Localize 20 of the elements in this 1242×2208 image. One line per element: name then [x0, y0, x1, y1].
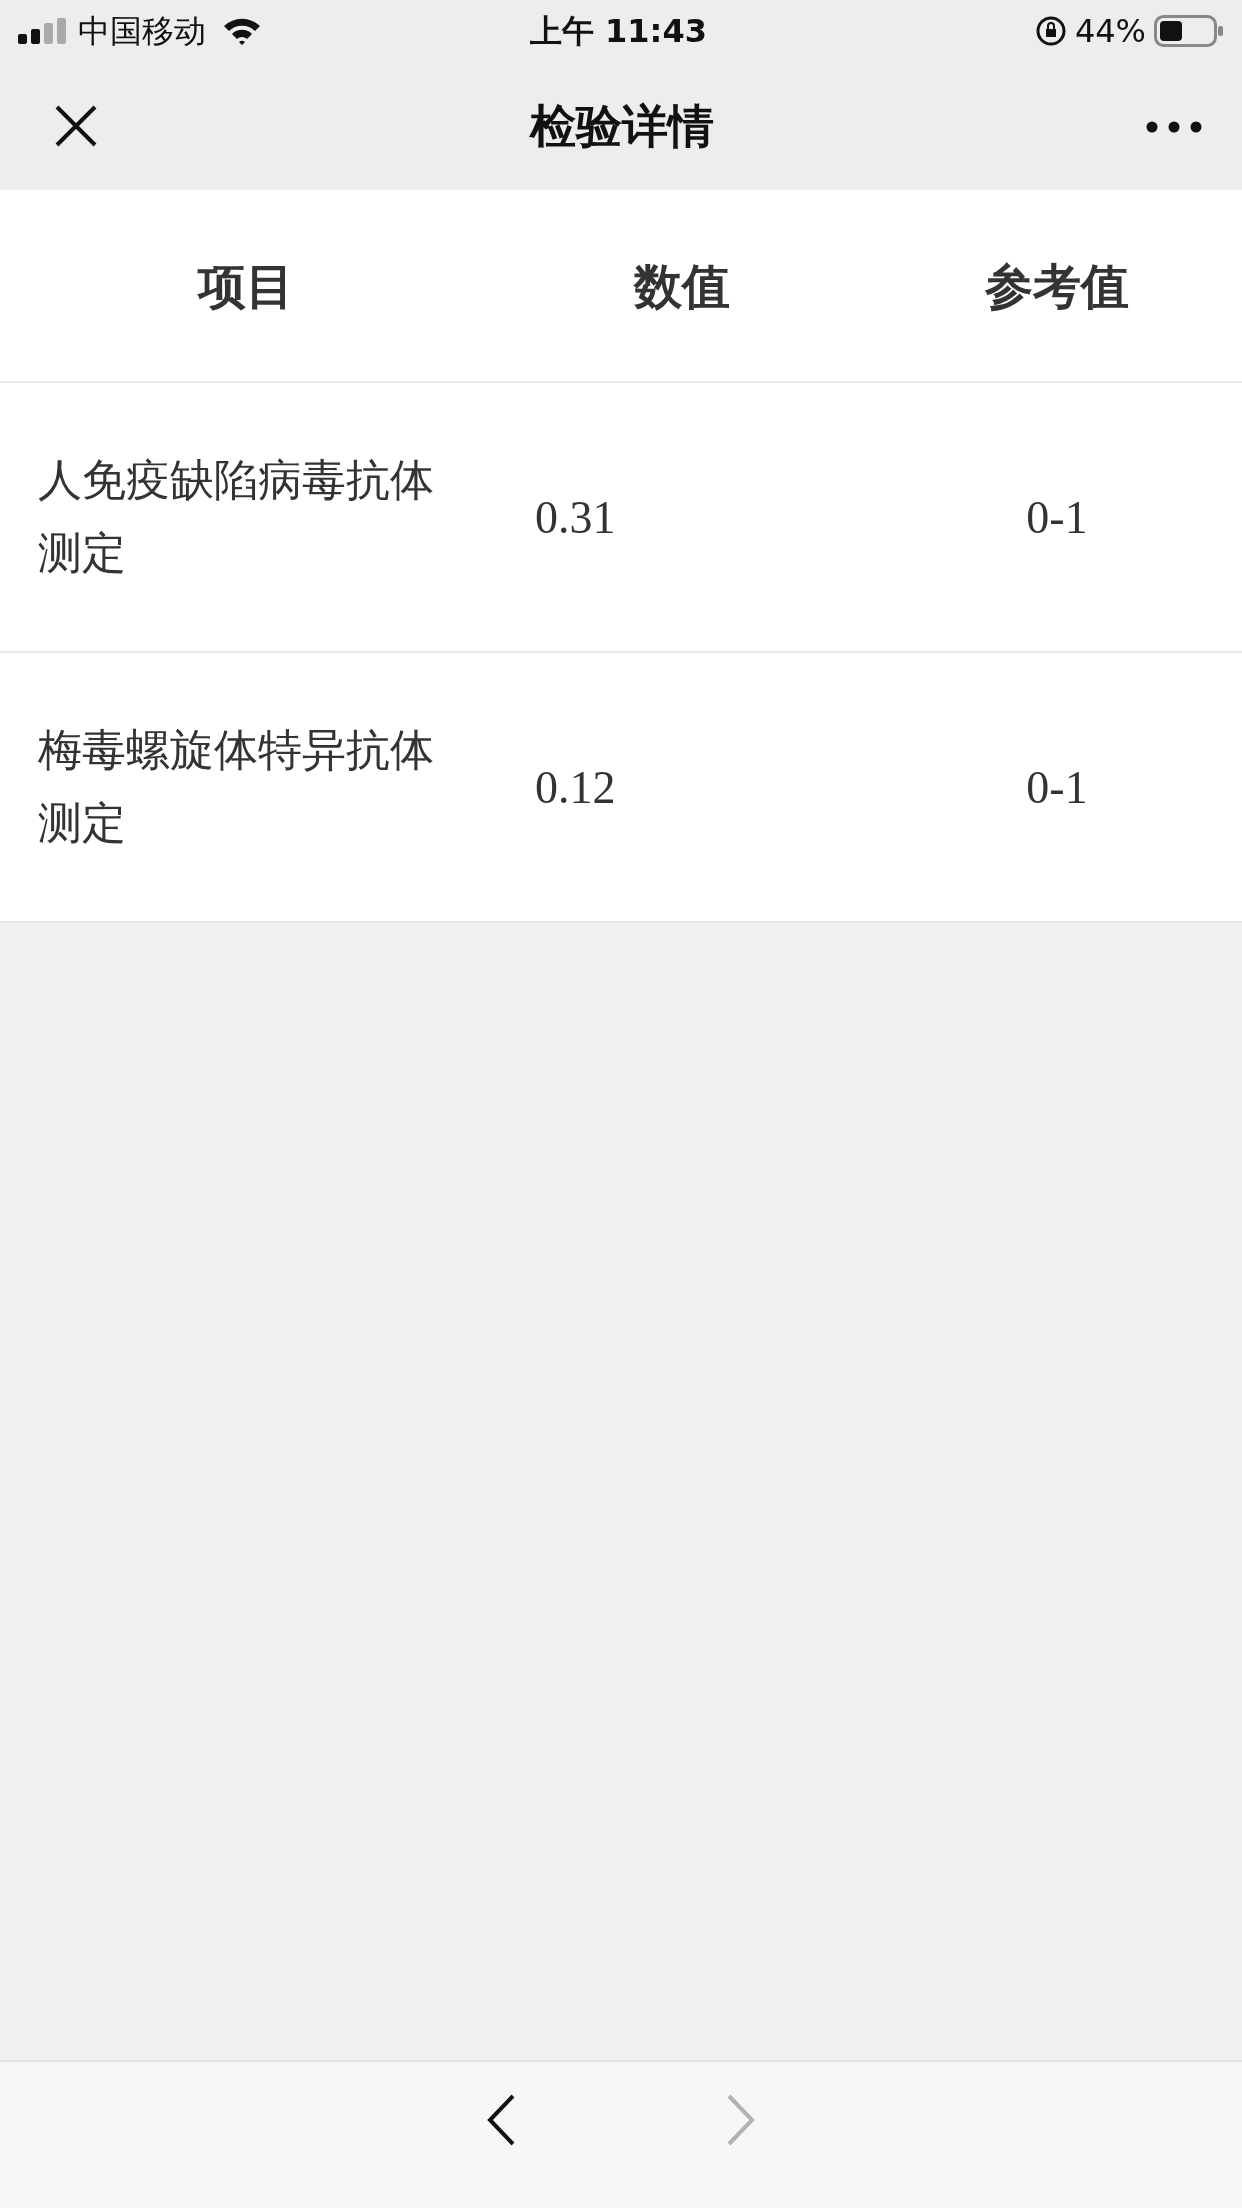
close-icon	[54, 104, 98, 148]
test-item-name: 人免疫缺陷病毒抗体测定	[37, 453, 435, 580]
reference-range: 0-1	[1026, 490, 1088, 545]
more-icon	[1146, 120, 1202, 133]
back-button[interactable]	[486, 2094, 516, 2146]
test-value: 0.12	[535, 761, 616, 813]
battery-percent: 44%	[1074, 11, 1146, 52]
close-button[interactable]	[54, 104, 98, 148]
page-title: 检验详情	[530, 97, 714, 155]
column-header: 数值	[634, 256, 730, 316]
reference-range: 0-1	[1026, 760, 1088, 815]
carrier-name: 中国移动	[78, 11, 206, 52]
test-value: 0.31	[535, 491, 616, 543]
test-item-name: 梅毒螺旋体特异抗体测定	[37, 723, 435, 850]
battery-icon	[1154, 15, 1224, 47]
wifi-icon	[222, 16, 262, 46]
rotation-lock-icon	[1034, 15, 1067, 47]
status-time: 上午 11:43	[529, 11, 707, 52]
column-header: 参考值	[985, 256, 1129, 316]
column-header: 项目	[198, 256, 294, 316]
